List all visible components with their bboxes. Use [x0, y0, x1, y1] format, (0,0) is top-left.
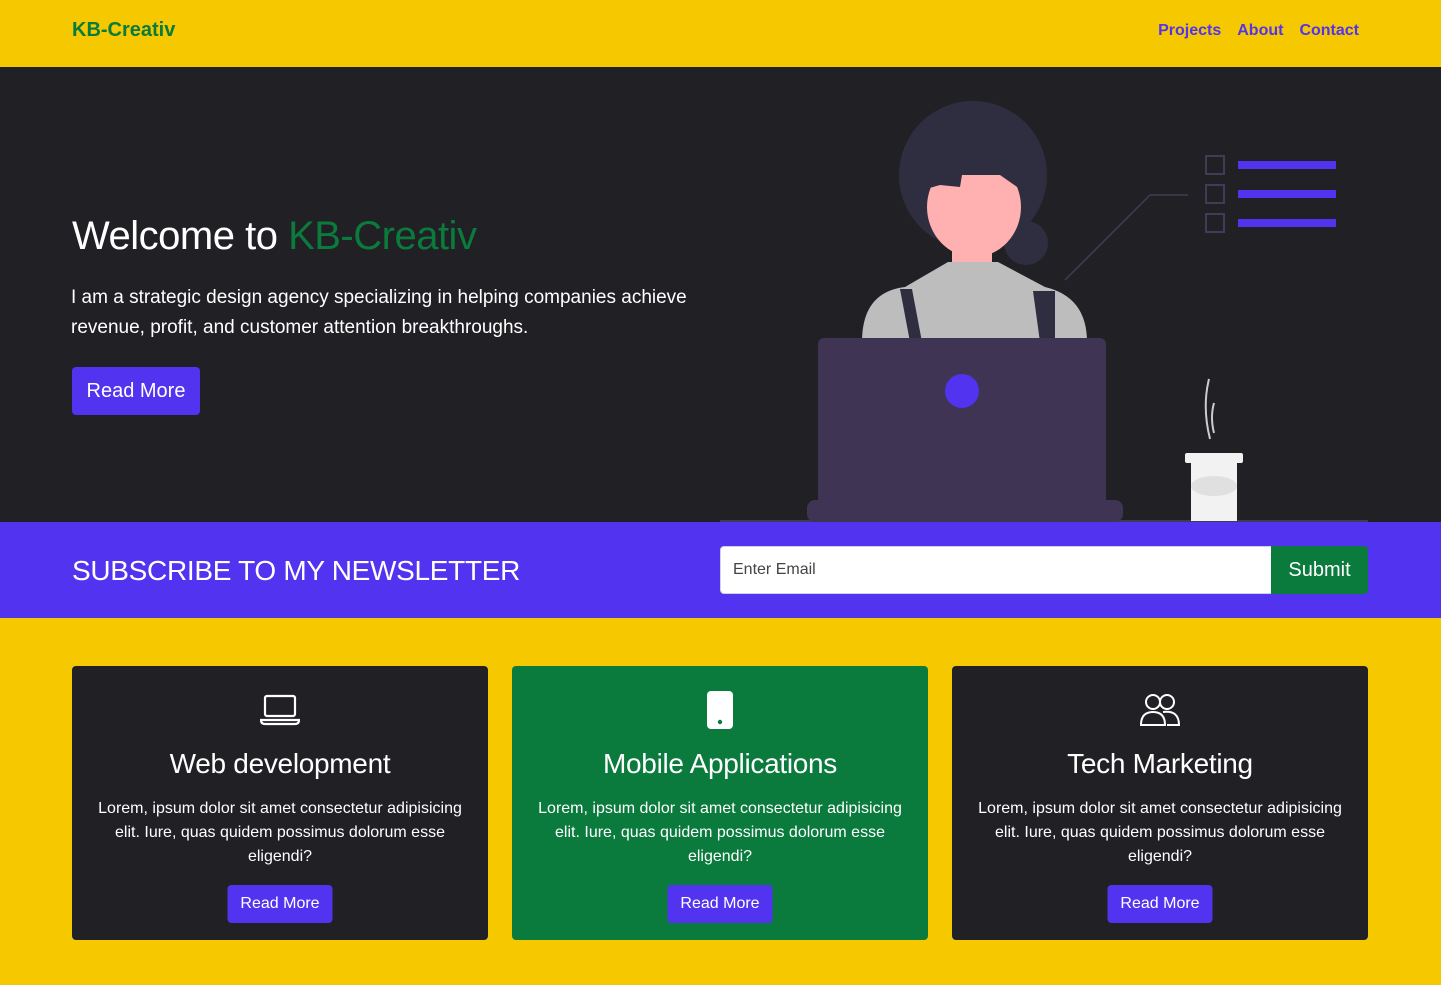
phone-icon	[698, 690, 742, 730]
hero-section: Welcome to KB-Creativ I am a strategic d…	[0, 67, 1441, 522]
card-tech-marketing: Tech Marketing Lorem, ipsum dolor sit am…	[952, 666, 1368, 940]
submit-button[interactable]: Submit	[1271, 546, 1368, 594]
hero-title-accent: KB-Creativ	[288, 214, 477, 258]
hero-title-prefix: Welcome to	[72, 214, 289, 258]
card-title: Web development	[169, 748, 391, 779]
card-read-more-button[interactable]: Read More	[1107, 885, 1213, 923]
card-text: Lorem, ipsum dolor sit amet consectetur …	[538, 800, 902, 865]
brand-logo[interactable]: KB-Creativ	[72, 19, 175, 42]
laptop-icon	[258, 690, 302, 730]
people-icon	[1138, 690, 1182, 730]
hero-description: I am a strategic design agency specializ…	[71, 287, 687, 338]
card-mobile-applications: Mobile Applications Lorem, ipsum dolor s…	[512, 666, 928, 940]
nav-link-about[interactable]: About	[1237, 22, 1283, 40]
card-title: Tech Marketing	[1067, 748, 1253, 779]
hero-read-more-button[interactable]: Read More	[72, 367, 200, 415]
nav-links: Projects About Contact	[1158, 22, 1359, 40]
hero-title: Welcome to KB-Creativ	[72, 214, 477, 259]
newsletter-section: SUBSCRIBE TO MY NEWSLETTER Submit	[0, 522, 1441, 618]
card-text: Lorem, ipsum dolor sit amet consectetur …	[978, 800, 1342, 865]
newsletter-title: SUBSCRIBE TO MY NEWSLETTER	[72, 555, 521, 586]
card-title: Mobile Applications	[603, 748, 837, 779]
card-web-development: Web development Lorem, ipsum dolor sit a…	[72, 666, 488, 940]
card-read-more-button[interactable]: Read More	[667, 885, 773, 923]
nav-link-contact[interactable]: Contact	[1299, 22, 1359, 40]
navbar: KB-Creativ Projects About Contact	[0, 0, 1441, 67]
services-cards: Web development Lorem, ipsum dolor sit a…	[72, 666, 1368, 940]
email-input[interactable]	[720, 546, 1271, 594]
woman-at-laptop-illustration	[720, 101, 1368, 522]
card-text: Lorem, ipsum dolor sit amet consectetur …	[98, 800, 462, 865]
nav-link-projects[interactable]: Projects	[1158, 22, 1221, 40]
card-read-more-button[interactable]: Read More	[227, 885, 333, 923]
